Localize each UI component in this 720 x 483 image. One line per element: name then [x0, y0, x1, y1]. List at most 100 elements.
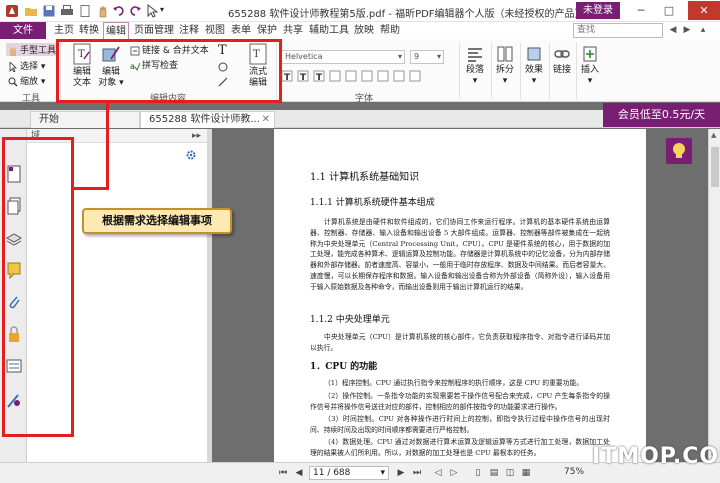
doc-heading-3: 1．CPU 的功能 — [310, 362, 378, 372]
doc-heading-2a: 1.1.1 计算机系统硬件基本组成 — [310, 198, 435, 208]
close-button[interactable]: ✕ — [688, 1, 720, 20]
zoom-button[interactable]: 缩放 ▾ — [8, 74, 45, 87]
font-style-toolbar[interactable]: T T T — [281, 70, 432, 85]
pointer-icon[interactable] — [145, 4, 159, 18]
tab-document-label: 655288 软件设计师教... — [149, 114, 260, 125]
facing-view-icon[interactable]: ◫ — [504, 467, 516, 479]
page-number-input[interactable]: 11 / 688 ▾ — [309, 466, 389, 480]
prev-page-icon[interactable]: ◀ — [293, 467, 305, 479]
quick-access-dropdown-icon[interactable]: ▾ — [160, 5, 174, 19]
link-label: 链接 — [552, 65, 571, 75]
insert-button[interactable]: 插入 ▾ — [577, 45, 603, 87]
annotation-highlight-box-ribbon — [56, 39, 282, 103]
tab-start[interactable]: 开始 — [30, 111, 140, 128]
split-icon — [497, 46, 513, 62]
app-logo-icon — [6, 5, 18, 17]
effect-icon — [527, 47, 541, 61]
zoom-level[interactable]: 75% — [564, 467, 584, 477]
font-name-select[interactable]: Helvetica ▾ — [281, 50, 405, 64]
select-cursor-icon — [9, 61, 17, 72]
next-page-icon[interactable]: ▶ — [395, 467, 407, 479]
site-watermark: ITMOP.COM — [592, 444, 720, 469]
document-viewport[interactable]: 1.1 计算机系统基础知识 1.1.1 计算机系统硬件基本组成 计算机系统是由硬… — [212, 129, 708, 462]
link-icon — [554, 50, 570, 58]
menu-share[interactable]: 共享 — [281, 22, 305, 39]
effect-button[interactable]: 效果 ▾ — [521, 45, 547, 87]
doc-heading-2b: 1.1.2 中央处理单元 — [310, 315, 390, 325]
window-title: 655288 软件设计师教程第5版.pdf - 福昕PDF编辑器个人版（未经授权… — [228, 9, 585, 20]
new-doc-icon[interactable] — [78, 4, 92, 18]
menu-home[interactable]: 主页 — [52, 22, 76, 39]
menu-page-manage[interactable]: 页面管理 — [132, 22, 176, 39]
doc-paragraph-4: （2）操作控制。一条指令功能的实现需要若干操作信号配合来完成，CPU 产生每条指… — [310, 392, 610, 411]
tab-close-icon[interactable]: ✕ — [262, 112, 270, 128]
select-button[interactable]: 选择 ▾ — [8, 59, 45, 72]
hand-tool-label: 手型工具 — [20, 46, 57, 56]
scroll-up-icon[interactable]: ▲ — [711, 131, 716, 139]
link-button[interactable]: 链接 — [550, 45, 574, 76]
menu-edit[interactable]: 编辑 — [103, 22, 129, 39]
last-page-icon[interactable]: ⏭ — [411, 467, 423, 479]
undo-icon[interactable] — [112, 4, 126, 18]
menu-protect[interactable]: 保护 — [255, 22, 279, 39]
hand-icon — [10, 45, 16, 56]
title-bar: ▾ 655288 软件设计师教程第5版.pdf - 福昕PDF编辑器个人版（未经… — [0, 0, 720, 22]
paragraph-button[interactable]: 段落 ▾ — [462, 45, 488, 87]
hand-tool-quick-icon[interactable] — [96, 4, 110, 18]
forward-view-icon[interactable]: ▷ — [448, 467, 460, 479]
ribbon-separator — [459, 43, 460, 99]
member-promo-banner[interactable]: 会员低至0.5元/天 — [603, 103, 720, 127]
search-next-icon[interactable]: ▶ — [680, 24, 694, 37]
scroll-thumb[interactable] — [711, 147, 719, 187]
menu-slideshow[interactable]: 放映 — [352, 22, 376, 39]
first-page-icon[interactable]: ⏮ — [277, 467, 289, 479]
minimize-button[interactable]: ─ — [628, 1, 654, 20]
menu-form[interactable]: 表单 — [229, 22, 253, 39]
doc-paragraph-2: 中央处理单元（CPU）是计算机系统的核心部件，它负责获取程序指令、对指令进行译码… — [310, 333, 610, 352]
single-page-view-icon[interactable]: ▯ — [472, 467, 484, 479]
menu-bar: 文件 主页 转换 编辑 页面管理 注释 视图 表单 保护 共享 辅助工具 放映 … — [0, 22, 720, 39]
open-file-icon[interactable] — [24, 4, 38, 18]
menu-file[interactable]: 文件 — [0, 22, 46, 39]
pdf-page[interactable]: 1.1 计算机系统基础知识 1.1.1 计算机系统硬件基本组成 计算机系统是由硬… — [274, 129, 646, 462]
font-size-select[interactable]: 9 ▾ — [410, 50, 444, 64]
select-label: 选择 — [20, 62, 39, 72]
svg-text:T: T — [316, 73, 323, 82]
panel-collapse-icon[interactable]: ▸▸ — [192, 129, 201, 143]
lightbulb-icon — [673, 143, 685, 158]
insert-label: 插入 — [580, 65, 599, 75]
vertical-scrollbar[interactable]: ▲ ▼ — [708, 129, 720, 462]
menu-view[interactable]: 视图 — [203, 22, 227, 39]
maximize-button[interactable]: □ — [656, 1, 682, 20]
search-input[interactable]: 查找 — [573, 23, 663, 38]
panel-settings-gear-icon[interactable] — [185, 149, 197, 161]
redo-icon[interactable] — [128, 4, 142, 18]
doc-heading-1: 1.1 计算机系统基础知识 — [310, 172, 420, 183]
tab-document[interactable]: 655288 软件设计师教... ✕ — [140, 111, 275, 128]
login-button[interactable]: 未登录 — [576, 2, 620, 19]
save-icon[interactable] — [42, 4, 56, 18]
menu-accessibility[interactable]: 辅助工具 — [307, 22, 351, 39]
menu-help[interactable]: 帮助 — [378, 22, 402, 39]
search-prev-icon[interactable]: ◀ — [666, 24, 680, 37]
annotation-connector-vertical — [106, 100, 109, 190]
svg-text:T: T — [300, 73, 307, 82]
print-icon[interactable] — [60, 4, 74, 18]
menu-convert[interactable]: 转换 — [77, 22, 101, 39]
paragraph-label: 段落 — [465, 65, 484, 75]
annotation-highlight-box-sidebar — [2, 137, 74, 437]
back-view-icon[interactable]: ◁ — [432, 467, 444, 479]
menu-comment[interactable]: 注释 — [177, 22, 201, 39]
insert-icon — [583, 46, 597, 62]
collapse-ribbon-icon[interactable]: ▴ — [696, 24, 710, 37]
split-button[interactable]: 拆分 ▾ — [492, 45, 518, 87]
lightbulb-tips-button[interactable] — [666, 138, 692, 164]
continuous-facing-view-icon[interactable]: ▦ — [520, 467, 532, 479]
effect-label: 效果 — [524, 65, 543, 75]
continuous-view-icon[interactable]: ▤ — [488, 467, 500, 479]
hand-tool-button[interactable]: 手型工具 — [6, 43, 59, 56]
svg-text:T: T — [284, 73, 291, 82]
doc-paragraph-3: （1）程序控制。CPU 通过执行指令来控制程序的执行顺序，这是 CPU 的重要功… — [324, 379, 584, 387]
zoom-icon — [8, 77, 18, 86]
font-style-icons: T T T — [281, 70, 421, 83]
